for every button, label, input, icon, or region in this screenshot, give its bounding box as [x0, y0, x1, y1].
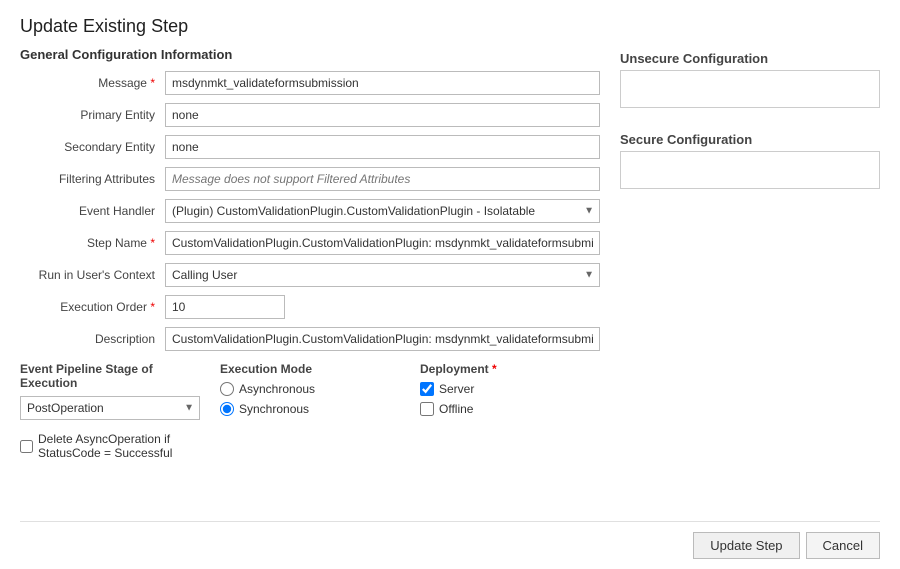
synchronous-radio[interactable] — [220, 402, 234, 416]
secondary-entity-label: Secondary Entity — [20, 140, 165, 154]
filtering-attributes-input[interactable] — [165, 167, 600, 191]
execution-order-label: Execution Order * — [20, 300, 165, 314]
delete-async-checkbox[interactable] — [20, 440, 33, 453]
server-checkbox[interactable] — [420, 382, 434, 396]
asynchronous-radio[interactable] — [220, 382, 234, 396]
message-label: Message * — [20, 76, 165, 90]
delete-async-label: Delete AsyncOperation if StatusCode = Su… — [38, 432, 200, 460]
step-name-label: Step Name * — [20, 236, 165, 250]
deployment-label: Deployment * — [420, 362, 600, 376]
server-label: Server — [439, 382, 474, 396]
description-label: Description — [20, 332, 165, 346]
step-name-input[interactable] — [165, 231, 600, 255]
pipeline-stage-select[interactable]: PostOperation — [20, 396, 200, 420]
event-handler-label: Event Handler — [20, 204, 165, 218]
general-config-section-title: General Configuration Information — [20, 47, 600, 62]
update-step-button[interactable]: Update Step — [693, 532, 799, 559]
secure-config-label: Secure Configuration — [620, 132, 880, 147]
pipeline-stage-label: Event Pipeline Stage of Execution — [20, 362, 200, 390]
primary-entity-label: Primary Entity — [20, 108, 165, 122]
execution-mode-label: Execution Mode — [220, 362, 400, 376]
asynchronous-label: Asynchronous — [239, 382, 315, 396]
secure-config-textarea[interactable] — [620, 151, 880, 189]
filtering-attributes-label: Filtering Attributes — [20, 172, 165, 186]
event-handler-select[interactable]: (Plugin) CustomValidationPlugin.CustomVa… — [165, 199, 600, 223]
secondary-entity-input[interactable] — [165, 135, 600, 159]
description-input[interactable] — [165, 327, 600, 351]
run-in-users-context-select[interactable]: Calling User — [165, 263, 600, 287]
page-title: Update Existing Step — [20, 16, 880, 37]
offline-label: Offline — [439, 402, 473, 416]
run-in-users-context-label: Run in User's Context — [20, 268, 165, 282]
unsecure-config-label: Unsecure Configuration — [620, 51, 880, 66]
synchronous-label: Synchronous — [239, 402, 309, 416]
execution-order-input[interactable] — [165, 295, 285, 319]
message-input[interactable] — [165, 71, 600, 95]
offline-checkbox[interactable] — [420, 402, 434, 416]
cancel-button[interactable]: Cancel — [806, 532, 880, 559]
primary-entity-input[interactable] — [165, 103, 600, 127]
unsecure-config-textarea[interactable] — [620, 70, 880, 108]
